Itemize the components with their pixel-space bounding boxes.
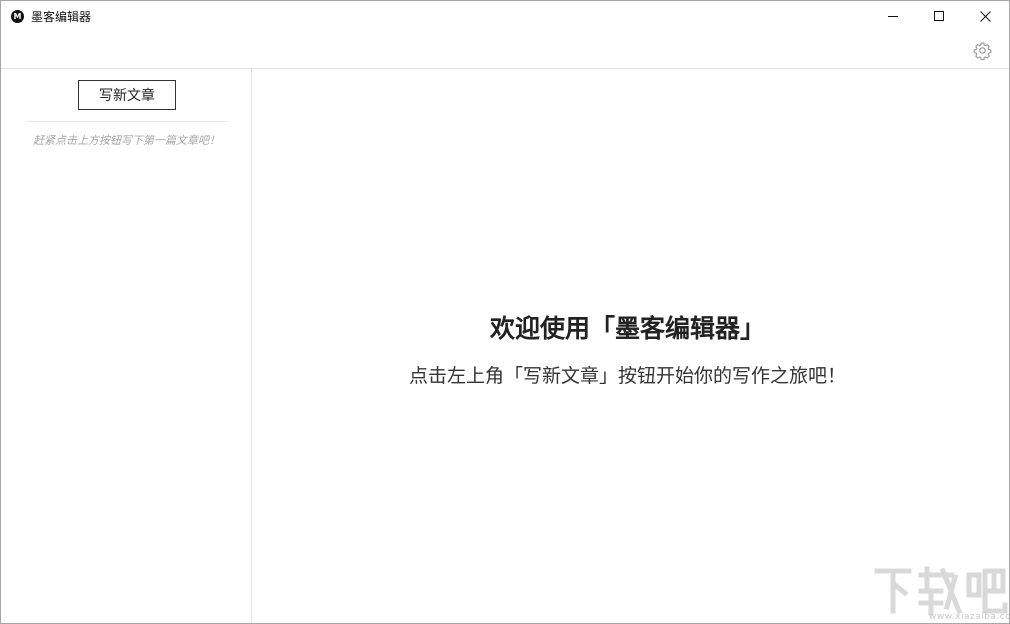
app-window: M 墨客编辑器 写新文章 赶紧点击上方按钮写下第一篇文章吧！ 欢迎使用「墨客编辑… <box>0 0 1010 624</box>
watermark-url: www.xiazaiba.com <box>929 612 1009 622</box>
minimize-icon <box>887 15 898 17</box>
maximize-button[interactable] <box>916 1 962 31</box>
sidebar: 写新文章 赶紧点击上方按钮写下第一篇文章吧！ <box>1 69 252 623</box>
new-article-button[interactable]: 写新文章 <box>78 80 176 110</box>
top-toolbar <box>1 31 1009 69</box>
empty-list-hint: 赶紧点击上方按钮写下第一篇文章吧！ <box>33 134 220 147</box>
welcome-title: 欢迎使用「墨客编辑器」 <box>489 314 765 343</box>
settings-gear-icon[interactable] <box>973 41 992 60</box>
main-content: 欢迎使用「墨客编辑器」 点击左上角「写新文章」按钮开始你的写作之旅吧！ <box>253 69 1009 623</box>
sidebar-divider <box>26 121 227 122</box>
maximize-icon <box>933 10 944 21</box>
close-icon <box>979 10 991 22</box>
title-bar[interactable]: M 墨客编辑器 <box>1 1 1009 31</box>
minimize-button[interactable] <box>870 1 916 31</box>
app-logo-icon: M <box>11 10 24 23</box>
window-title: 墨客编辑器 <box>31 10 92 24</box>
close-button[interactable] <box>962 1 1008 31</box>
welcome-subtitle: 点击左上角「写新文章」按钮开始你的写作之旅吧！ <box>408 365 846 387</box>
